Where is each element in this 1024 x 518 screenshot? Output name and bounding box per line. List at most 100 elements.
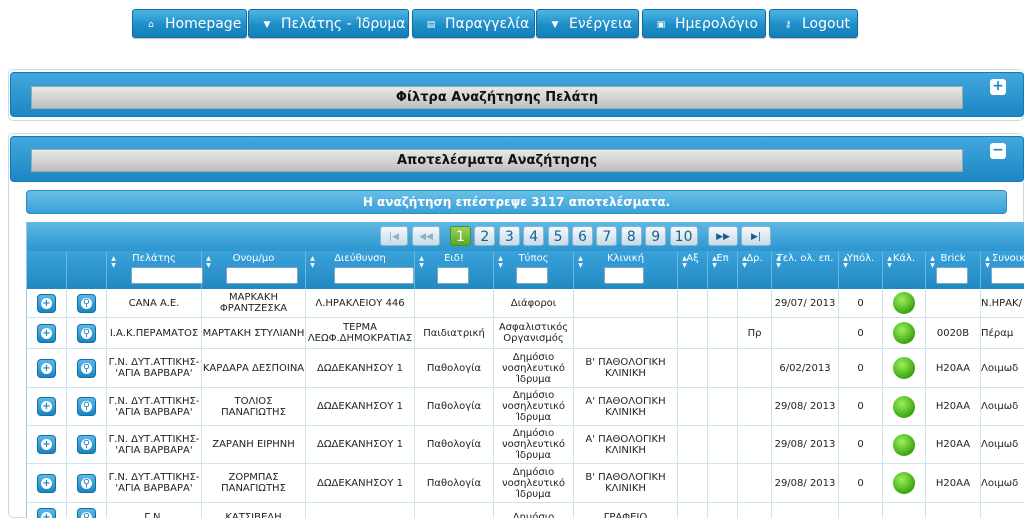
list-icon: ▤ [426, 20, 436, 30]
results-panel-title[interactable]: Αποτελέσματα Αναζήτησης [31, 149, 963, 172]
cell-last_visit: 29/08/ 2013 [774, 477, 836, 489]
table-cell: ⚲ [67, 426, 107, 463]
plus-circle-icon: + [41, 512, 52, 518]
calendar-icon: ▣ [656, 20, 666, 30]
table-cell [678, 289, 708, 317]
table-cell [883, 318, 926, 348]
plus-circle-icon: + [41, 297, 52, 309]
cell-area: Ν.ΗΡΑΚ/ [981, 297, 1022, 309]
table-cell: Παθολογία [415, 388, 494, 425]
status-ok-icon [893, 357, 915, 379]
column-filter-input[interactable] [991, 267, 1024, 284]
table-cell: ΤΕΡΜΑ ΛΕΩΦ.ΔΗΜΟΚΡΑΤΙΑΣ [306, 318, 415, 348]
table-cell [772, 503, 839, 518]
column-filter-input[interactable] [936, 267, 968, 284]
table-row: + ⚲ Γ.Ν. ΔΥΤ.ΑΤΤΙΚΗΣ- 'ΑΓΙΑ ΒΑΡΒΑΡΑ' ΚΑΡΔΑΡ… [27, 349, 1024, 388]
add-row-button[interactable]: + [37, 435, 56, 454]
action-menu[interactable]: ▼ Ενέργεια [536, 9, 639, 38]
column-filter-input[interactable] [131, 267, 203, 284]
cell-balance: 0 [857, 477, 864, 489]
table-cell: + [27, 349, 67, 387]
table-cell: Δημόσιο νοσηλευτικό Ίδρυμα [494, 388, 574, 425]
cell-specialty: Παθολογία [426, 401, 482, 412]
view-row-button[interactable]: ⚲ [77, 293, 96, 313]
cell-type: Δημόσιο νοσηλευτικό Ίδρυμα [502, 351, 565, 385]
column-filter-input[interactable] [516, 267, 548, 284]
homepage-button[interactable]: ⌂ Homepage [132, 9, 247, 38]
table-cell [981, 503, 1024, 518]
add-row-button[interactable]: + [37, 397, 56, 416]
table-cell [883, 426, 926, 463]
calendar-button[interactable]: ▣ Ημερολόγιο [642, 9, 766, 38]
orders-button[interactable]: ▤ Παραγγελία [412, 9, 535, 38]
plus-circle-icon: + [41, 401, 52, 412]
table-cell: + [27, 464, 67, 502]
cell-specialty: Παιδιατρική [423, 327, 485, 339]
add-row-button[interactable]: + [37, 473, 56, 493]
table-cell: 0 [839, 426, 883, 463]
table-cell: 0 [839, 289, 883, 317]
table-cell [738, 464, 772, 502]
page-6-button[interactable]: 6 [572, 226, 593, 246]
column-label: Αξ [686, 253, 699, 264]
add-row-button[interactable]: + [37, 293, 56, 313]
cell-specialty: Παθολογία [426, 477, 482, 489]
table-cell [926, 289, 981, 317]
cell-clinic: Β' ΠΑΘΟΛΟΓΙΚΗ ΚΛΙΝΙΚΗ [585, 357, 666, 379]
cell-last_visit: 29/07/ 2013 [774, 297, 836, 309]
next-page-button[interactable]: ▶▶ [708, 226, 738, 246]
filter-panel-title[interactable]: Φίλτρα Αναζήτησης Πελάτη [31, 86, 963, 109]
view-row-button[interactable]: ⚲ [77, 473, 96, 493]
cell-last_visit: 6/02/2013 [779, 362, 831, 374]
page-9-button[interactable]: 9 [645, 226, 667, 246]
column-filter-input[interactable] [334, 267, 414, 284]
page-7-button[interactable]: 7 [596, 226, 618, 246]
add-row-button[interactable]: + [37, 358, 56, 378]
table-cell: + [27, 318, 67, 348]
table-cell: Λ.ΗΡΑΚΛΕΙΟΥ 446 [306, 289, 415, 317]
cell-clinic: Α' ΠΑΘΟΛΟΓΙΚΗ ΚΛΙΝΙΚΗ [585, 395, 666, 418]
add-row-button[interactable]: + [37, 323, 56, 343]
view-row-button[interactable]: ⚲ [77, 508, 96, 518]
magnifier-icon: ⚲ [81, 327, 92, 339]
nav-label: Ενέργεια [569, 16, 632, 32]
table-cell [678, 426, 708, 463]
cell-specialty: Παθολογία [426, 362, 482, 374]
table-cell: Δημόσιο νοσηλευτικό Ίδρυμα [494, 464, 574, 502]
column-filter-input[interactable] [437, 267, 469, 284]
expand-icon[interactable]: + [990, 79, 1006, 95]
page-2-button[interactable]: 2 [474, 226, 496, 246]
collapse-icon[interactable]: − [990, 143, 1006, 159]
page-1-button[interactable]: 1 [450, 226, 471, 246]
view-row-button[interactable]: ⚲ [77, 323, 96, 343]
table-cell: 0 [839, 464, 883, 502]
table-cell: ΓΡΑΦΕΙΟ [574, 503, 678, 518]
page-3-button[interactable]: 3 [498, 226, 520, 246]
last-page-button[interactable]: ▶| [741, 226, 771, 246]
column-label: Υπόλ. [846, 253, 875, 264]
client-institution-menu[interactable]: ▼ Πελάτης - Ίδρυμα [248, 9, 409, 38]
add-row-button[interactable]: + [37, 508, 56, 518]
view-row-button[interactable]: ⚲ [77, 358, 96, 378]
page-4-button[interactable]: 4 [523, 226, 545, 246]
table-cell: 29/08/ 2013 [772, 464, 839, 502]
view-row-button[interactable]: ⚲ [77, 435, 96, 454]
logout-button[interactable]: ⚷ Logout [769, 9, 858, 38]
prev-page-button[interactable]: ◀◀ [412, 226, 440, 246]
cell-client: Γ.Ν. ΔΥΤ.ΑΤΤΙΚΗΣ- 'ΑΓΙΑ ΒΑΡΒΑΡΑ' [108, 357, 200, 379]
table-cell [708, 388, 738, 425]
table-cell [574, 318, 678, 348]
table-cell [574, 289, 678, 317]
cell-name: ΚΑΤΣΙΒΕΛΗ [225, 512, 282, 518]
view-row-button[interactable]: ⚲ [77, 397, 96, 416]
page-5-button[interactable]: 5 [547, 226, 569, 246]
column-filter-input[interactable] [226, 267, 298, 284]
table-cell: 29/08/ 2013 [772, 426, 839, 463]
cell-name: ΤΟΛΙΟΣ ΠΑΝΑΓΙΩΤΗΣ [221, 395, 286, 418]
page-8-button[interactable]: 8 [620, 226, 642, 246]
table-cell: Πέραμ [981, 318, 1024, 348]
first-page-button[interactable]: |◀ [380, 226, 408, 246]
page-10-button[interactable]: 10 [669, 226, 698, 246]
table-cell: ⚲ [67, 289, 107, 317]
column-filter-input[interactable] [604, 267, 644, 284]
